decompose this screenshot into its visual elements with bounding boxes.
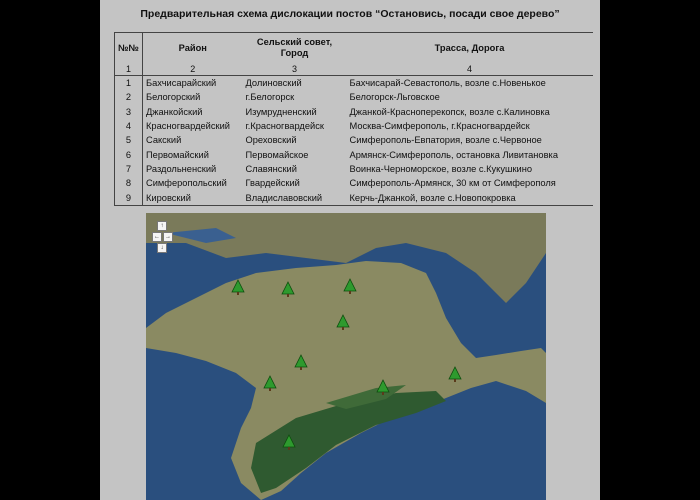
row-road: Симферополь-Армянск, 30 км от Симферопол…	[349, 178, 556, 189]
table-row: 5 Сакский Ореховский Симферополь-Евпатория,…	[114, 133, 593, 148]
row-district: Первомайский	[146, 149, 209, 160]
row-council: Гвардейский	[245, 178, 300, 189]
arrow-down-icon[interactable]: ↓	[157, 243, 167, 253]
row-number: 5	[114, 133, 143, 148]
header-col-number: 4	[346, 63, 593, 76]
row-council: Ореховский	[245, 135, 297, 146]
arrow-right-icon[interactable]: →	[163, 232, 173, 242]
row-road: Белогорск-Льговское	[349, 92, 440, 103]
row-number: 4	[114, 118, 143, 134]
row-road: Симферополь-Евпатория, возле с.Червоное	[349, 135, 542, 146]
header-number: №№	[114, 32, 143, 63]
row-number: 3	[114, 104, 143, 119]
row-district: Джанкойский	[146, 106, 203, 117]
table-row: 1 Бахчисарайский Долиновский Бахчисарай-Сев…	[114, 75, 593, 91]
row-council: Первомайское	[245, 149, 309, 160]
row-district: Симферопольский	[146, 178, 227, 189]
row-district: Белогорский	[146, 92, 201, 103]
table-row: 3 Джанкойский Изумрудненский Джанкой-Красно…	[114, 104, 593, 119]
header-col-number: 2	[142, 63, 243, 76]
row-road: Керчь-Джанкой, возле с.Новопокровка	[346, 190, 593, 206]
header-col-number: 1	[114, 63, 143, 76]
table-row: 8 Симферопольский Гвардейский Симферополь-А…	[114, 176, 593, 191]
document-page: Предварительная схема дислокации постов …	[100, 0, 600, 500]
table-row: 2 Белогорский г.Белогорск Белогорск-Льговск…	[114, 90, 593, 105]
page-title: Предварительная схема дислокации постов …	[140, 8, 560, 20]
row-number: 2	[114, 90, 143, 105]
row-council: г.Красногвардейск	[245, 121, 324, 132]
row-district: Раздольненский	[146, 163, 217, 174]
header-council: Сельский совет, Город	[242, 32, 347, 63]
header-road: Трасса, Дорога	[346, 32, 593, 63]
row-number: 6	[114, 147, 143, 162]
row-district: Красногвардейский	[146, 121, 230, 132]
header-district: Район	[142, 32, 243, 63]
row-road: Армянск-Симферополь, остановка Ливитанов…	[349, 149, 559, 160]
table-row: 4 Красногвардейский г.Красногвардейск Москв…	[114, 118, 593, 134]
row-road: Воинка-Черноморское, возле с.Кукушкино	[349, 163, 533, 174]
row-number: 8	[114, 176, 143, 191]
row-district: Бахчисарайский	[146, 78, 217, 89]
row-number: 7	[114, 161, 143, 177]
row-council: Долиновский	[245, 78, 302, 89]
arrow-left-icon[interactable]: ←	[152, 232, 162, 242]
table-row: 7 Раздольненский Славянский Воинка-Черномор…	[114, 161, 593, 177]
row-council: Славянский	[245, 163, 297, 174]
row-district: Сакский	[146, 135, 182, 146]
row-council: Изумрудненский	[245, 106, 317, 117]
satellite-map-image	[146, 213, 546, 500]
posts-table: №№ Район Сельский совет, Город Трасса, Д…	[114, 32, 593, 206]
row-district: Кировский	[142, 190, 243, 206]
row-council: Владиславовский	[242, 190, 347, 206]
row-council: г.Белогорск	[245, 92, 295, 103]
row-number: 9	[114, 190, 143, 206]
row-road: Джанкой-Красноперекопск, возле с.Калинов…	[349, 106, 550, 117]
arrow-up-icon[interactable]: ↑	[157, 221, 167, 231]
header-col-number: 3	[242, 63, 347, 76]
table-row: 6 Первомайский Первомайское Армянск-Симферо…	[114, 147, 593, 162]
row-road: Москва-Симферополь, г.Красногвардейск	[349, 121, 530, 132]
row-number: 1	[114, 75, 143, 91]
row-road: Бахчисарай-Севастополь, возле с.Новенько…	[349, 78, 546, 89]
crimea-map[interactable]: ↑ ← → ↓	[146, 213, 546, 500]
table-row: 9 Кировский Владиславовский Керчь-Джанкой, …	[114, 190, 593, 206]
